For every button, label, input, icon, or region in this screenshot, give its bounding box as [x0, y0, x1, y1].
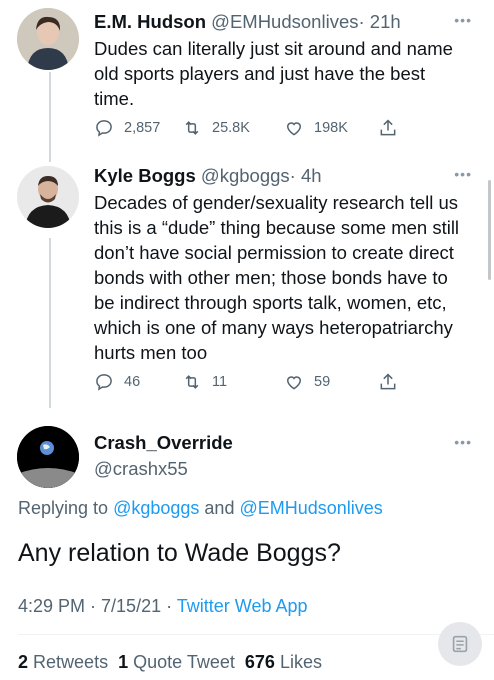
divider [18, 634, 494, 635]
avatar-kyle-boggs[interactable] [17, 166, 79, 228]
more-dots-icon[interactable]: ••• [454, 434, 472, 450]
quote-tweets-stat[interactable]: 1 Quote Tweet [118, 652, 235, 672]
tweet-time[interactable]: · 4h [290, 165, 322, 186]
replying-to: Replying to @kgboggs and @EMHudsonlives [18, 498, 383, 519]
scrollbar[interactable] [488, 180, 491, 280]
heart-icon [286, 376, 302, 390]
user-handle[interactable]: @crashx55 [94, 457, 233, 481]
retweet-count: 25.8K [212, 120, 250, 136]
reply-icon [96, 374, 112, 391]
likes-stat[interactable]: 676 Likes [245, 652, 322, 672]
tweet-actions: 2,857 25.8K 198K [94, 118, 398, 138]
reply-icon [96, 120, 112, 137]
like-count: 59 [314, 374, 331, 390]
mention-link[interactable]: @EMHudsonlives [239, 498, 382, 518]
retweet-count: 11 [212, 374, 228, 390]
tweet-kyle-boggs[interactable]: Kyle Boggs @kgboggs· 4h Decades of gende… [94, 164, 464, 365]
reply-count: 46 [124, 374, 141, 390]
compose-icon [452, 635, 468, 653]
tweet-text: Dudes can literally just sit around and … [94, 38, 453, 109]
like-button[interactable]: 198K [284, 118, 378, 138]
share-button[interactable] [378, 118, 398, 138]
like-button[interactable]: 59 [284, 372, 378, 392]
tweet-em-hudson[interactable]: E.M. Hudson @EMHudsonlives· 21h Dudes ca… [94, 10, 464, 111]
tweet-actions: 46 11 59 [94, 372, 398, 392]
thread-line [49, 72, 51, 162]
more-dots-icon[interactable]: ••• [454, 166, 472, 182]
display-name[interactable]: E.M. Hudson [94, 11, 206, 32]
reply-button[interactable]: 46 [94, 372, 182, 392]
tweet-meta: 4:29 PM · 7/15/21 · Twitter Web App [18, 596, 308, 617]
avatar-em-hudson[interactable] [17, 8, 79, 70]
retweet-button[interactable]: 11 [182, 372, 284, 392]
share-button[interactable] [378, 372, 398, 392]
user-handle[interactable]: @EMHudsonlives [211, 11, 358, 32]
tweet-timestamp[interactable]: 4:29 PM · 7/15/21 · [18, 596, 172, 616]
tweet-text: Decades of gender/sexuality research tel… [94, 192, 460, 363]
tweet-source[interactable]: Twitter Web App [177, 596, 308, 616]
retweet-icon [185, 375, 199, 389]
reply-count: 2,857 [124, 120, 161, 136]
retweets-stat[interactable]: 2 Retweets [18, 652, 108, 672]
retweet-icon [185, 121, 199, 135]
replying-prefix: Replying to [18, 498, 109, 518]
heart-icon [286, 122, 302, 136]
tweet-time[interactable]: · 21h [358, 11, 400, 32]
share-icon [380, 119, 396, 136]
thread-line [49, 238, 51, 408]
main-tweet-text: Any relation to Wade Boggs? [18, 539, 341, 567]
avatar-crash-override[interactable] [17, 426, 79, 488]
share-icon [380, 373, 396, 390]
retweet-button[interactable]: 25.8K [182, 118, 284, 138]
floating-action-button[interactable] [438, 622, 482, 666]
tweet-stats: 2 Retweets 1 Quote Tweet 676 Likes [18, 652, 322, 673]
mention-link[interactable]: @kgboggs [113, 498, 199, 518]
display-name[interactable]: Crash_Override [94, 431, 233, 455]
replying-and: and [204, 498, 235, 518]
reply-button[interactable]: 2,857 [94, 118, 182, 138]
user-handle[interactable]: @kgboggs [201, 165, 290, 186]
more-dots-icon[interactable]: ••• [454, 12, 472, 28]
display-name[interactable]: Kyle Boggs [94, 165, 196, 186]
like-count: 198K [314, 120, 348, 136]
